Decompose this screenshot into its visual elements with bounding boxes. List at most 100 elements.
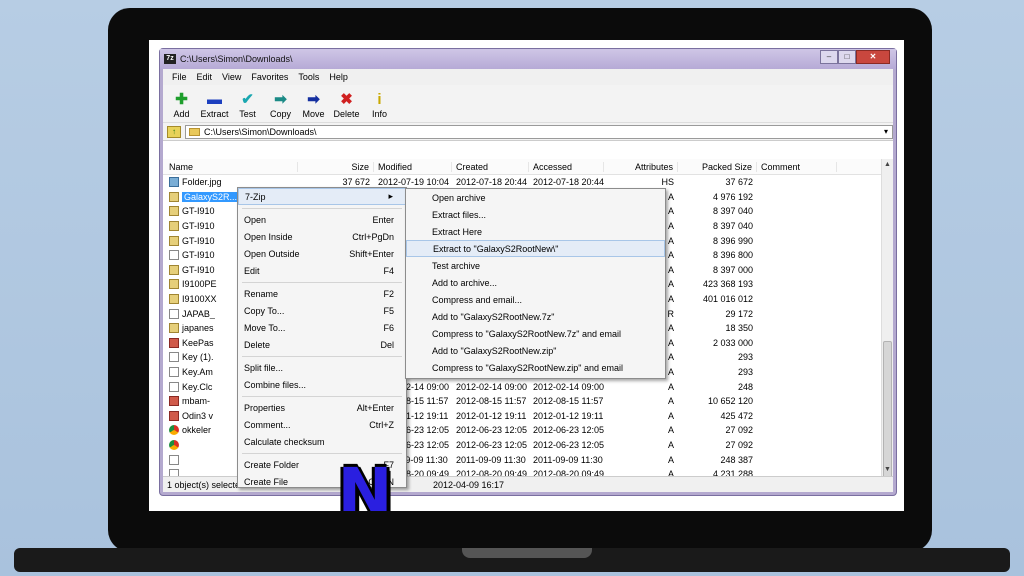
menu-item-shortcut: F5 xyxy=(383,305,394,316)
n-logo-overlay: N xyxy=(337,454,393,512)
file-file-icon xyxy=(169,367,179,378)
menu-item-open-inside[interactable]: Open Inside Ctrl+PgDn xyxy=(238,228,406,245)
submenu-item-label: Extract to "GalaxyS2RootNew\" xyxy=(433,243,559,254)
scroll-thumb[interactable] xyxy=(883,341,892,481)
delete-button[interactable]: ✖ Delete xyxy=(330,91,363,122)
menu-edit[interactable]: Edit xyxy=(192,72,218,82)
copy-label: Copy xyxy=(269,109,291,119)
context-menu: 7-Zip ▸ Open Enter Open Inside Ctrl+PgDn Open … xyxy=(237,187,407,488)
move-button[interactable]: ➡ Move xyxy=(297,91,330,122)
app-icon: 7z xyxy=(164,54,176,64)
column-header-packed-size[interactable]: Packed Size xyxy=(678,161,757,172)
file-packed-cell: 8 396 800 xyxy=(712,250,753,261)
add-icon: ✚ xyxy=(175,91,188,108)
submenu-item-label: Compress to "GalaxyS2RootNew.7z" and ema… xyxy=(432,328,621,339)
info-button[interactable]: i Info xyxy=(363,91,396,122)
file-name: GT-I910 xyxy=(182,250,215,261)
info-label: Info xyxy=(371,109,387,119)
file-attr-cell: A xyxy=(667,410,674,421)
file-created-cell: 2012-02-14 09:00 xyxy=(456,381,528,392)
file-file-icon xyxy=(169,250,179,261)
submenu-item-extract-to-galaxys2rootnew[interactable]: Extract to "GalaxyS2RootNew\" xyxy=(406,240,665,257)
menu-help[interactable]: Help xyxy=(324,72,353,82)
column-header-accessed[interactable]: Accessed xyxy=(529,161,604,172)
column-header-attributes[interactable]: Attributes xyxy=(604,161,678,172)
menu-item-split-file[interactable]: Split file... xyxy=(238,359,406,376)
file-name-cell: Folder.jpg xyxy=(163,177,298,188)
submenu-item-test-archive[interactable]: Test archive xyxy=(406,257,665,274)
menu-item-delete[interactable]: Delete Del xyxy=(238,336,406,353)
column-header-created[interactable]: Created xyxy=(452,161,529,172)
column-header-modified[interactable]: Modified xyxy=(374,161,452,172)
file-modified-cell: 2012-07-19 10:04 xyxy=(378,177,450,188)
address-path: C:\Users\Simon\Downloads\ xyxy=(204,126,317,137)
file-name: KeePas xyxy=(182,337,214,348)
file-name: GT-I910 xyxy=(182,206,215,217)
file-packed-cell: 401 016 012 xyxy=(702,294,753,305)
chrome-file-icon xyxy=(169,439,179,450)
submenu-item-open-archive[interactable]: Open archive xyxy=(406,189,665,206)
file-packed-cell: 8 397 040 xyxy=(712,206,753,217)
menu-item-comment[interactable]: Comment... Ctrl+Z xyxy=(238,416,406,433)
submenu-item-add-to-galaxys2rootnew-7z[interactable]: Add to "GalaxyS2RootNew.7z" xyxy=(406,308,665,325)
menu-item-open-outside[interactable]: Open Outside Shift+Enter xyxy=(238,245,406,262)
menu-file[interactable]: File xyxy=(167,72,192,82)
menu-item-edit[interactable]: Edit F4 xyxy=(238,262,406,279)
status-date: 2012-04-09 16:17 xyxy=(433,479,505,490)
extract-button[interactable]: ▬ Extract xyxy=(198,91,231,122)
test-button[interactable]: ✔ Test xyxy=(231,91,264,122)
file-packed-cell: 248 387 xyxy=(720,454,753,465)
copy-button[interactable]: ➡ Copy xyxy=(264,91,297,122)
menu-item-label: Comment... xyxy=(244,419,291,430)
submenu-item-compress-to-galaxys2rootnew-7z-and-email[interactable]: Compress to "GalaxyS2RootNew.7z" and ema… xyxy=(406,325,665,342)
menu-item-copy-to[interactable]: Copy To... F5 xyxy=(238,302,406,319)
menu-item-calculate-checksum[interactable]: Calculate checksum xyxy=(238,433,406,450)
menu-item-rename[interactable]: Rename F2 xyxy=(238,285,406,302)
submenu-item-extract-files[interactable]: Extract files... xyxy=(406,206,665,223)
title-bar[interactable]: 7z C:\Users\Simon\Downloads\ – □ ✕ xyxy=(160,49,896,69)
file-packed-cell: 293 xyxy=(737,352,753,363)
menu-item-combine-files[interactable]: Combine files... xyxy=(238,376,406,393)
scroll-up-arrow-icon[interactable]: ▲ xyxy=(882,159,893,171)
delete-label: Delete xyxy=(333,109,360,119)
add-button[interactable]: ✚ Add xyxy=(165,91,198,122)
submenu-item-add-to-archive[interactable]: Add to archive... xyxy=(406,274,665,291)
menu-item-shortcut: F2 xyxy=(383,288,394,299)
submenu-item-label: Add to "GalaxyS2RootNew.zip" xyxy=(432,345,557,356)
menu-item-properties[interactable]: Properties Alt+Enter xyxy=(238,399,406,416)
chevron-down-icon[interactable]: ▾ xyxy=(880,127,892,136)
menu-item-shortcut: ▸ xyxy=(388,191,393,201)
submenu-item-compress-and-email[interactable]: Compress and email... xyxy=(406,291,665,308)
scroll-down-arrow-icon[interactable]: ▼ xyxy=(882,464,893,476)
submenu-item-extract-here[interactable]: Extract Here xyxy=(406,223,665,240)
file-packed-cell: 10 652 120 xyxy=(707,396,753,407)
screen: 7z C:\Users\Simon\Downloads\ – □ ✕ File E… xyxy=(149,40,904,511)
menu-item-shortcut: Ctrl+PgDn xyxy=(352,231,394,242)
menu-item-open[interactable]: Open Enter xyxy=(238,211,406,228)
close-button[interactable]: ✕ xyxy=(856,50,890,64)
menu-item-move-to[interactable]: Move To... F6 xyxy=(238,319,406,336)
file-packed-cell: 8 397 000 xyxy=(712,264,753,275)
window-title: C:\Users\Simon\Downloads\ xyxy=(180,54,293,64)
maximize-button[interactable]: □ xyxy=(838,50,856,64)
zip-file-icon xyxy=(169,294,179,305)
vertical-scrollbar[interactable]: ▲ ▼ xyxy=(881,159,893,481)
column-header-size[interactable]: Size xyxy=(298,161,374,172)
file-packed-cell: 27 092 xyxy=(725,439,753,450)
address-input[interactable]: C:\Users\Simon\Downloads\ ▾ xyxy=(185,124,893,139)
menu-item-label: Rename xyxy=(244,288,279,299)
submenu-item-add-to-galaxys2rootnew-zip[interactable]: Add to "GalaxyS2RootNew.zip" xyxy=(406,342,665,359)
up-folder-icon[interactable]: ↑ xyxy=(167,125,181,138)
menu-item-shortcut: F6 xyxy=(383,322,394,333)
column-header-name[interactable]: Name xyxy=(163,161,298,172)
file-name: GT-I910 xyxy=(182,264,215,275)
menu-item-7-zip[interactable]: 7-Zip ▸ xyxy=(238,188,406,205)
menu-favorites[interactable]: Favorites xyxy=(246,72,293,82)
menu-view[interactable]: View xyxy=(217,72,246,82)
menu-tools[interactable]: Tools xyxy=(293,72,324,82)
file-name: I9100XX xyxy=(182,294,217,305)
minimize-button[interactable]: – xyxy=(820,50,838,64)
test-label: Test xyxy=(239,109,256,119)
column-header-comment[interactable]: Comment xyxy=(757,161,837,172)
submenu-item-compress-to-galaxys2rootnew-zip-and-email[interactable]: Compress to "GalaxyS2RootNew.zip" and em… xyxy=(406,359,665,376)
